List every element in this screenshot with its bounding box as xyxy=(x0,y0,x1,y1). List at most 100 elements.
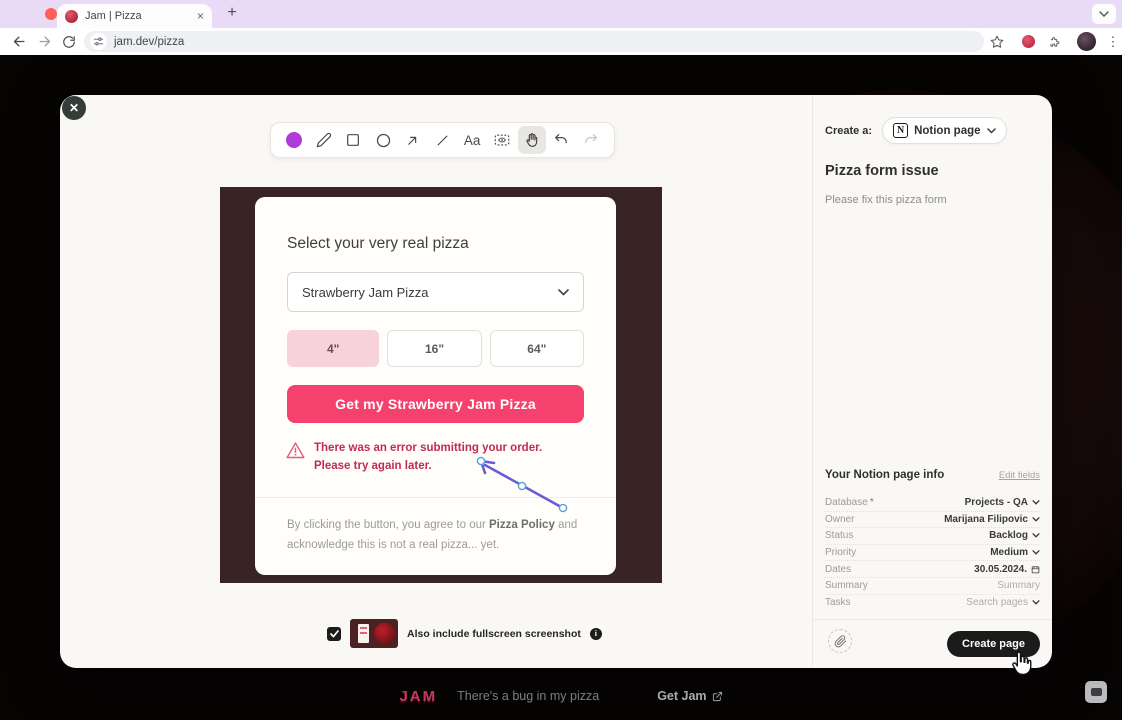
include-screenshot-label: Also include fullscreen screenshot xyxy=(407,628,581,640)
submit-order-button[interactable]: Get my Strawberry Jam Pizza xyxy=(287,385,584,423)
notion-icon: N xyxy=(893,123,908,138)
jam-favicon-icon xyxy=(65,10,78,23)
notion-info-header: Your Notion page info Edit fields xyxy=(825,469,1040,481)
field-row-database[interactable]: Database* Projects - QA xyxy=(825,495,1040,512)
chat-widget-icon[interactable] xyxy=(1085,681,1107,703)
pizza-select-dropdown[interactable]: Strawberry Jam Pizza xyxy=(287,272,584,312)
tab-title: Jam | Pizza xyxy=(85,10,190,22)
rectangle-tool-icon[interactable] xyxy=(339,126,367,154)
warning-triangle-icon xyxy=(285,440,306,461)
site-info-icon[interactable] xyxy=(90,33,107,50)
bookmark-star-icon[interactable] xyxy=(988,33,1005,50)
new-tab-button[interactable]: + xyxy=(222,3,242,23)
arrow-tool-icon[interactable] xyxy=(399,126,427,154)
required-asterisk: * xyxy=(870,497,874,508)
field-label: Database xyxy=(825,497,868,508)
legal-prefix: By clicking the button, you agree to our xyxy=(287,519,489,531)
site-footer: JAM There's a bug in my pizza Get Jam xyxy=(0,672,1122,720)
url-text: jam.dev/pizza xyxy=(114,36,184,48)
tab-close-icon[interactable]: × xyxy=(197,9,204,23)
footer-tagline: There's a bug in my pizza xyxy=(457,689,599,703)
window-close-button[interactable] xyxy=(45,8,57,20)
size-button-16[interactable]: 16" xyxy=(387,330,481,367)
size-button-64[interactable]: 64" xyxy=(490,330,584,367)
field-row-owner[interactable]: Owner Marijana Filipovic xyxy=(825,512,1040,529)
arrow-handle-end[interactable] xyxy=(477,457,484,464)
text-tool-icon[interactable]: Aa xyxy=(458,126,486,154)
field-value: 30.05.2024. xyxy=(974,564,1027,575)
chevron-down-icon xyxy=(987,128,996,134)
create-a-label: Create a: xyxy=(825,125,872,137)
field-value: Medium xyxy=(990,547,1028,558)
chevron-down-icon xyxy=(1032,500,1040,505)
form-title: Select your very real pizza xyxy=(287,235,469,253)
chevron-down-icon xyxy=(558,289,569,296)
blur-tool-icon[interactable] xyxy=(488,126,516,154)
edit-fields-link[interactable]: Edit fields xyxy=(999,470,1040,481)
pen-tool-icon[interactable] xyxy=(310,126,338,154)
field-row-priority[interactable]: Priority Medium xyxy=(825,545,1040,562)
arrow-handle-mid[interactable] xyxy=(518,482,525,489)
arrow-annotation[interactable] xyxy=(465,445,580,523)
arrow-handle-start[interactable] xyxy=(559,504,566,511)
browser-tab[interactable]: Jam | Pizza × xyxy=(57,4,212,28)
jam-capture-modal: ✕ Aa xyxy=(60,95,1052,668)
destination-label: Notion page xyxy=(914,125,980,137)
forward-icon[interactable] xyxy=(36,33,53,50)
field-row-status[interactable]: Status Backlog xyxy=(825,528,1040,545)
field-value: Backlog xyxy=(989,530,1028,541)
calendar-icon xyxy=(1031,565,1040,574)
include-screenshot-row: Also include fullscreen screenshot i xyxy=(327,619,602,648)
issue-sidebar: Create a: N Notion page Pizza form issue… xyxy=(812,95,1052,668)
modal-close-button[interactable]: ✕ xyxy=(62,96,86,120)
extensions-puzzle-icon[interactable] xyxy=(1046,33,1063,50)
get-jam-label: Get Jam xyxy=(657,689,706,703)
fullscreen-screenshot-thumbnail[interactable] xyxy=(350,619,398,648)
notion-fields: Database* Projects - QA Owner Marijana F… xyxy=(825,495,1040,611)
field-placeholder: Search pages xyxy=(966,597,1028,608)
refresh-icon[interactable] xyxy=(60,33,77,50)
jam-logo: JAM xyxy=(399,688,437,705)
jam-extension-icon[interactable] xyxy=(1020,33,1037,50)
redo-icon[interactable] xyxy=(577,126,605,154)
sidebar-divider xyxy=(813,619,1052,620)
thumbnail-pizza xyxy=(374,623,395,644)
field-value: Marijana Filipovic xyxy=(944,514,1028,525)
browser-toolbar: jam.dev/pizza ⋮ xyxy=(0,28,1122,55)
line-tool-icon[interactable] xyxy=(428,126,456,154)
undo-icon[interactable] xyxy=(547,126,575,154)
browser-window: Jam | Pizza × + jam.dev/pizza xyxy=(0,0,1122,720)
ellipse-tool-icon[interactable] xyxy=(369,126,397,154)
destination-dropdown[interactable]: N Notion page xyxy=(882,117,1006,144)
size-button-4[interactable]: 4" xyxy=(287,330,379,367)
captured-screenshot: Select your very real pizza Strawberry J… xyxy=(220,187,662,583)
chevron-down-icon xyxy=(1032,600,1040,605)
chevron-down-icon xyxy=(1032,533,1040,538)
tab-list-chevron-icon[interactable] xyxy=(1092,4,1116,24)
profile-avatar[interactable] xyxy=(1077,32,1096,51)
field-placeholder: Summary xyxy=(997,580,1040,591)
create-destination-row: Create a: N Notion page xyxy=(825,117,1007,144)
get-jam-link[interactable]: Get Jam xyxy=(657,689,722,703)
size-options: 4" 16" 64" xyxy=(287,330,584,367)
chevron-down-icon xyxy=(1032,517,1040,522)
browser-menu-icon[interactable]: ⋮ xyxy=(1106,32,1120,51)
issue-description-input[interactable]: Please fix this pizza form xyxy=(825,194,947,206)
color-swatch-icon[interactable] xyxy=(280,126,308,154)
hand-tool-icon[interactable] xyxy=(518,126,546,154)
chevron-down-icon xyxy=(1032,550,1040,555)
fullscreen-screenshot-checkbox[interactable] xyxy=(327,627,341,641)
paperclip-icon[interactable] xyxy=(828,629,852,653)
info-icon[interactable]: i xyxy=(590,628,602,640)
field-row-tasks[interactable]: Tasks Search pages xyxy=(825,595,1040,612)
field-row-dates[interactable]: Dates 30.05.2024. xyxy=(825,561,1040,578)
pizza-select-value: Strawberry Jam Pizza xyxy=(302,285,558,300)
back-icon[interactable] xyxy=(11,33,28,50)
thumbnail-form xyxy=(358,624,369,643)
hand-cursor xyxy=(1008,648,1036,680)
external-link-icon xyxy=(712,691,723,702)
field-row-summary[interactable]: Summary Summary xyxy=(825,578,1040,595)
field-value: Projects - QA xyxy=(965,497,1028,508)
address-bar[interactable]: jam.dev/pizza xyxy=(84,31,984,52)
issue-title-input[interactable]: Pizza form issue xyxy=(825,163,939,179)
